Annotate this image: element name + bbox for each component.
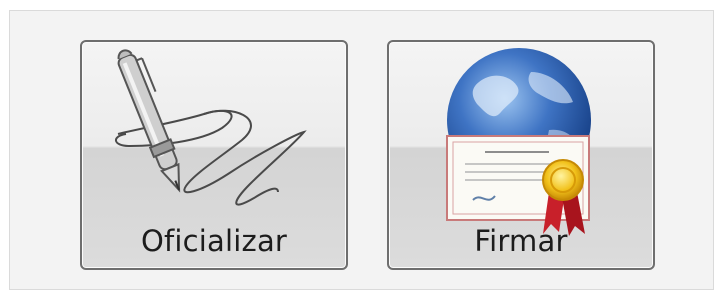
firmar-label: Firmar	[474, 224, 568, 258]
oficializar-button[interactable]: Oficializar	[80, 40, 348, 270]
firmar-button[interactable]: Firmar	[387, 40, 655, 270]
oficializar-label: Oficializar	[140, 224, 288, 258]
